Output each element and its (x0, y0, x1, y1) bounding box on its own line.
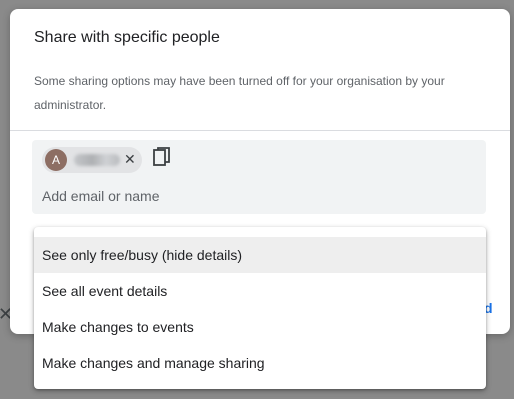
sharing-notice: Some sharing options may have been turne… (34, 74, 445, 112)
email-field[interactable] (42, 186, 462, 206)
avatar: A (45, 149, 67, 171)
menu-item-manage-sharing[interactable]: Make changes and manage sharing (34, 345, 486, 381)
permission-dropdown-menu: See only free/busy (hide details) See al… (34, 227, 486, 389)
people-input-box[interactable]: A ✕ (32, 140, 486, 214)
menu-item-all-details[interactable]: See all event details (34, 273, 486, 309)
dialog-title: Share with specific people (34, 29, 220, 46)
redacted-person-name (74, 154, 120, 166)
menu-item-make-changes[interactable]: Make changes to events (34, 309, 486, 345)
divider (10, 130, 510, 131)
menu-item-free-busy[interactable]: See only free/busy (hide details) (34, 237, 486, 273)
content-copy-icon[interactable] (153, 147, 171, 167)
person-chip[interactable]: A ✕ (42, 147, 142, 173)
remove-person-icon[interactable]: ✕ (124, 151, 136, 168)
